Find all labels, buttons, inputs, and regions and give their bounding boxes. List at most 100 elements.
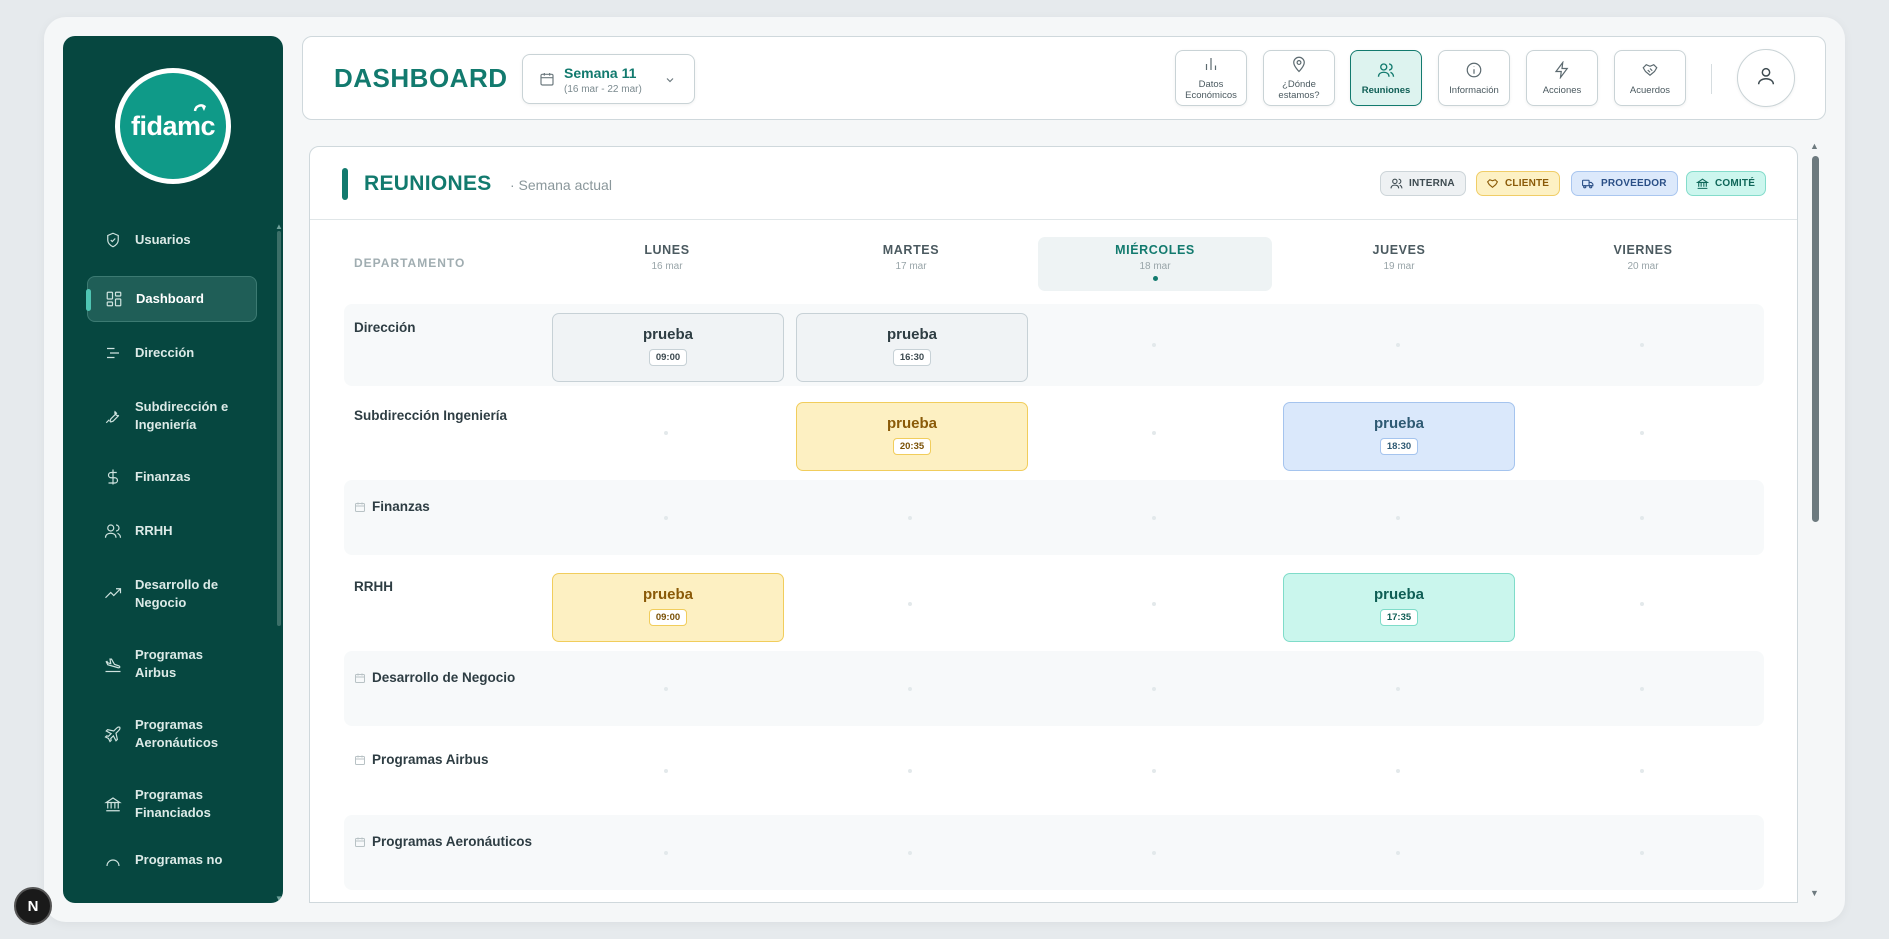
avatar[interactable] <box>1737 49 1795 107</box>
sidebar-item-programas-airbus[interactable]: Programas Airbus <box>87 634 257 694</box>
sidebar-item-finanzas[interactable]: Finanzas <box>87 454 257 500</box>
dev-tools-badge[interactable]: N <box>14 887 52 925</box>
calendar-icon <box>539 71 555 92</box>
grid-icon <box>104 289 124 309</box>
sidebar-scrollbar[interactable] <box>277 231 281 626</box>
informacion-button[interactable]: Información <box>1438 50 1510 106</box>
sidebar-item-programas-aeronauticos[interactable]: Programas Aeronáuticos <box>87 704 257 764</box>
acuerdos-button[interactable]: Acuerdos <box>1614 50 1686 106</box>
meeting-card[interactable]: prueba 17:35 <box>1283 573 1515 642</box>
empty-cell-marker <box>1396 516 1400 520</box>
table-row-desarrollo: Desarrollo de Negocio <box>344 651 1764 726</box>
bank-icon <box>1696 177 1709 190</box>
dollar-icon <box>103 467 123 487</box>
scroll-up-icon[interactable]: ▲ <box>1810 141 1819 151</box>
table-row-programas-aeronauticos: Programas Aeronáuticos <box>344 815 1764 890</box>
empty-cell-marker <box>1640 687 1644 691</box>
day-date: 17 mar <box>895 261 927 272</box>
row-label-text: Programas Aeronáuticos <box>372 834 533 849</box>
table-row-finanzas: Finanzas <box>344 480 1764 555</box>
empty-cell-marker <box>1152 602 1156 606</box>
empty-cell-marker <box>908 602 912 606</box>
meeting-time: 18:30 <box>1379 438 1419 455</box>
sidebar-item-label: Programas Aeronáuticos <box>135 717 219 750</box>
meeting-title: prueba <box>886 415 937 432</box>
button-label: Reuniones <box>1361 84 1411 96</box>
week-selector[interactable]: Semana 11 (16 mar - 22 mar) <box>522 54 695 104</box>
logo[interactable]: fidamc <box>115 68 231 184</box>
empty-cell-marker <box>1152 343 1156 347</box>
button-label: ¿Dónde <box>1282 79 1316 90</box>
panel-header: REUNIONES · Semana actual INTERNA CLIENT… <box>310 147 1797 220</box>
meeting-card[interactable]: prueba 18:30 <box>1283 402 1515 471</box>
arc-icon <box>103 850 123 870</box>
main-scrollbar[interactable] <box>1812 156 1819 522</box>
meeting-title: prueba <box>1373 586 1424 603</box>
day-header-martes: MARTES 17 mar <box>794 237 1028 291</box>
sidebar-item-label: Programas no <box>135 852 223 867</box>
department-column-header: DEPARTAMENTO <box>354 256 466 270</box>
empty-cell-marker <box>908 769 912 773</box>
acciones-button[interactable]: Acciones <box>1526 50 1598 106</box>
sidebar-item-direccion[interactable]: Dirección <box>87 330 257 376</box>
calendar-icon <box>354 836 366 848</box>
meeting-card[interactable]: prueba 09:00 <box>552 313 784 382</box>
sidebar-item-label: Usuarios <box>135 232 191 247</box>
sidebar-item-rrhh[interactable]: RRHH <box>87 508 257 554</box>
panel-title: REUNIONES <box>364 172 492 195</box>
sidebar-item-label: RRHH <box>135 523 173 538</box>
meeting-card[interactable]: prueba 20:35 <box>796 402 1028 471</box>
calendar-icon <box>354 501 366 513</box>
reuniones-button[interactable]: Reuniones <box>1350 50 1422 106</box>
sidebar-item-programas-financiados[interactable]: Programas Financiados <box>87 774 257 834</box>
align-icon <box>103 343 123 363</box>
sidebar-item-label: Programas Financiados <box>135 787 211 820</box>
empty-cell-marker <box>1640 431 1644 435</box>
empty-cell-marker <box>664 431 668 435</box>
empty-cell-marker <box>908 851 912 855</box>
top-header: DASHBOARD Semana 11 (16 mar - 22 mar) Da… <box>302 36 1826 120</box>
table-row-programas-airbus: Programas Airbus <box>344 733 1764 808</box>
sidebar-item-usuarios[interactable]: Usuarios <box>87 222 257 258</box>
today-indicator <box>1152 276 1158 281</box>
user-icon <box>1755 65 1777 92</box>
calendar-icon <box>354 754 366 766</box>
meeting-time: 20:35 <box>892 438 932 455</box>
logo-mark: fidamc <box>120 73 226 179</box>
sidebar-item-programas-no[interactable]: Programas no <box>87 842 257 878</box>
page-title: DASHBOARD <box>334 63 508 93</box>
donde-estamos-button[interactable]: ¿Dónde estamos? <box>1263 50 1335 106</box>
sidebar-item-dashboard[interactable]: Dashboard <box>86 276 257 322</box>
meeting-time: 16:30 <box>892 349 932 366</box>
chevron-down-icon <box>664 73 676 91</box>
day-name: MARTES <box>882 243 940 257</box>
button-label: Acuerdos <box>1629 84 1671 96</box>
row-label: Programas Aeronáuticos <box>354 834 532 849</box>
handshake-icon <box>1486 177 1499 190</box>
sidebar-item-label: Programas Airbus <box>135 647 203 680</box>
meeting-card[interactable]: prueba 09:00 <box>552 573 784 642</box>
empty-cell-marker <box>1396 343 1400 347</box>
datos-economicos-button[interactable]: Datos Económicos <box>1175 50 1247 106</box>
bank-icon <box>103 794 123 814</box>
day-date: 18 mar <box>1139 261 1171 272</box>
sidebar-item-desarrollo[interactable]: Desarrollo de Negocio <box>87 564 257 624</box>
empty-cell-marker <box>1152 851 1156 855</box>
button-label: Acciones <box>1542 84 1582 96</box>
meeting-card[interactable]: prueba 16:30 <box>796 313 1028 382</box>
sidebar-scroll-down-icon[interactable]: ▼ <box>275 894 283 903</box>
day-name: JUEVES <box>1372 243 1426 257</box>
reuniones-panel: REUNIONES · Semana actual INTERNA CLIENT… <box>309 146 1798 903</box>
row-label-text: Programas Airbus <box>372 752 489 767</box>
sidebar-scroll-up-icon[interactable]: ▲ <box>275 222 283 231</box>
empty-cell-marker <box>908 687 912 691</box>
scroll-down-icon[interactable]: ▼ <box>1810 888 1819 898</box>
day-header-lunes: LUNES 16 mar <box>550 237 784 291</box>
button-label: Datos <box>1198 79 1224 90</box>
legend-label: CLIENTE <box>1505 178 1550 189</box>
truck-icon <box>1581 177 1595 190</box>
sidebar-item-subdireccion[interactable]: Subdirección e Ingeniería <box>87 384 257 448</box>
empty-cell-marker <box>1640 516 1644 520</box>
empty-cell-marker <box>1396 687 1400 691</box>
button-label: Información <box>1449 84 1499 96</box>
